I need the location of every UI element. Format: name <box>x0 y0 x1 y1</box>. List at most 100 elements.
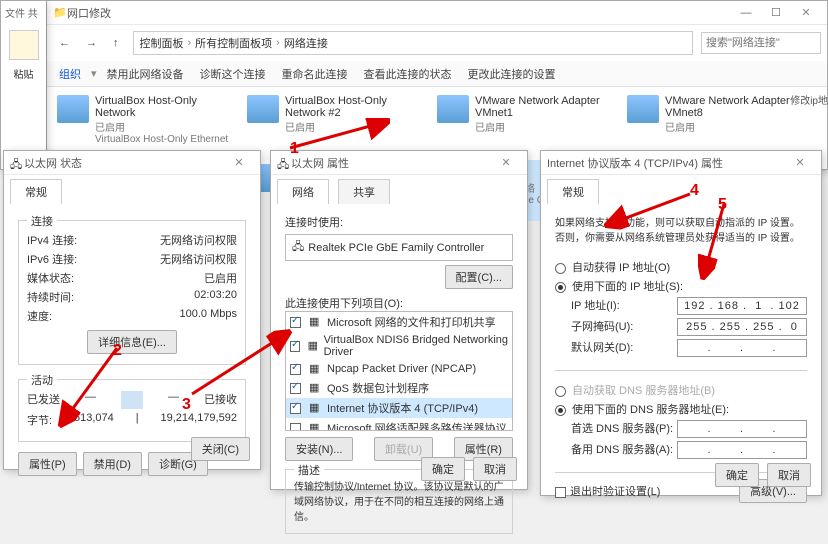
net-icon: 🖧 <box>277 156 291 170</box>
change-cmd[interactable]: 更改此连接的设置 <box>462 64 562 84</box>
close-icon[interactable]: ✕ <box>491 153 521 173</box>
ip-label: IP 地址(I): <box>571 297 620 315</box>
adapter-name: VirtualBox Host-Only Network <box>95 95 233 119</box>
item-checkbox[interactable] <box>290 317 301 328</box>
disable-btn[interactable]: 禁用(D) <box>83 452 142 476</box>
act-group: 活动 已发送——已接收 字节:513,074|19,214,179,592 <box>18 379 246 442</box>
fwd-btn[interactable]: → <box>80 35 103 51</box>
dlg-title: Internet 协议版本 4 (TCP/IPv4) 属性 <box>547 155 785 171</box>
status-cmd[interactable]: 查看此连接的状态 <box>358 64 458 84</box>
close-btn[interactable]: ✕ <box>791 3 821 23</box>
cancel-btn[interactable]: 取消 <box>767 463 811 487</box>
folder-icon: 📁 <box>53 6 67 20</box>
close-icon[interactable]: ✕ <box>224 153 254 173</box>
item-label: QoS 数据包计划程序 <box>327 380 429 396</box>
diag-cmd[interactable]: 诊断这个连接 <box>194 64 272 84</box>
close-btn2[interactable]: 关闭(C) <box>191 437 250 461</box>
item-checkbox[interactable] <box>290 383 301 394</box>
component-item[interactable]: ▦ Microsoft 网络的文件和打印机共享 <box>286 312 512 332</box>
radio-auto-dns[interactable] <box>555 386 566 397</box>
component-list[interactable]: ▦Microsoft 网络的文件和打印机共享▦VirtualBox NDIS6 … <box>285 311 513 431</box>
props-btn[interactable]: 属性(P) <box>18 452 77 476</box>
component-item[interactable]: ▦Internet 协议版本 4 (TCP/IPv4) <box>286 398 512 418</box>
bytes-label: 字节: <box>27 412 52 428</box>
dns1-input[interactable] <box>677 420 807 438</box>
sent-label: 已发送 <box>27 391 60 409</box>
protocol-icon: ▦ <box>309 362 323 376</box>
tab-general[interactable]: 常规 <box>10 179 62 204</box>
ipv4-props-dialog: Internet 协议版本 4 (TCP/IPv4) 属性✕ 常规 如果网络支持… <box>540 150 822 496</box>
radio-manual-dns[interactable] <box>555 405 566 416</box>
crumb-2[interactable]: 网络连接 <box>284 35 328 51</box>
using-label: 连接时使用: <box>285 214 513 230</box>
ethernet-status-dialog: 🖧以太网 状态✕ 常规 连接 IPv4 连接:无网络访问权限IPv6 连接:无网… <box>3 150 261 470</box>
close-icon[interactable]: ✕ <box>785 153 815 173</box>
component-item[interactable]: ▦ VirtualBox NDIS6 Bridged Networking Dri… <box>286 332 512 360</box>
breadcrumb[interactable]: 控制面板› 所有控制面板项› 网络连接 <box>133 31 694 55</box>
protocol-icon: ▦ <box>309 381 323 395</box>
cmd-bar: 组织▾ 禁用此网络设备 诊断这个连接 重命名此连接 查看此连接的状态 更改此连接… <box>47 61 827 87</box>
anno-1: 1 <box>290 140 299 158</box>
dns2-label: 备用 DNS 服务器(A): <box>571 441 673 459</box>
adapter-status: 已启用 <box>285 119 423 134</box>
cancel-btn[interactable]: 取消 <box>473 457 517 481</box>
r3-label: 自动获取 DNS 服务器地址(B) <box>572 385 715 397</box>
component-item[interactable]: ▦ QoS 数据包计划程序 <box>286 378 512 398</box>
min-btn[interactable]: — <box>731 3 761 23</box>
window-title: 网口修改 <box>67 5 731 21</box>
gw-input[interactable] <box>677 339 807 357</box>
radio-auto-ip[interactable] <box>555 263 566 274</box>
ok-btn[interactable]: 确定 <box>421 457 465 481</box>
crumb-0[interactable]: 控制面板 <box>140 35 184 51</box>
item-label: Npcap Packet Driver (NPCAP) <box>327 363 476 375</box>
desc-text: 传输控制协议/Internet 协议。该协议是默认的广域网络协议，用于在不同的相… <box>294 478 504 523</box>
item-checkbox[interactable] <box>290 423 301 432</box>
rename-cmd[interactable]: 重命名此连接 <box>276 64 354 84</box>
protocol-icon: ▦ <box>309 401 323 415</box>
nav-row: ← → ↑ 控制面板› 所有控制面板项› 网络连接 <box>47 25 827 61</box>
leg-conn: 连接 <box>27 213 57 229</box>
item-checkbox[interactable] <box>290 341 300 352</box>
validate-chk[interactable] <box>555 487 566 498</box>
protocol-icon: ▦ <box>308 339 320 353</box>
up-btn[interactable]: ↑ <box>107 35 125 51</box>
r2-label: 使用下面的 IP 地址(S): <box>572 281 683 293</box>
tab-share[interactable]: 共享 <box>338 179 390 204</box>
dns2-input[interactable] <box>677 441 807 459</box>
item-checkbox[interactable] <box>290 403 301 414</box>
status-row: IPv4 连接:无网络访问权限 <box>27 232 237 248</box>
recv-val: 19,214,179,592 <box>161 412 237 428</box>
item-label: VirtualBox NDIS6 Bridged Networking Driv… <box>324 334 508 358</box>
anno-2: 2 <box>113 342 122 360</box>
disable-cmd[interactable]: 禁用此网络设备 <box>101 64 190 84</box>
mask-label: 子网掩码(U): <box>571 318 633 336</box>
mask-input[interactable] <box>677 318 807 336</box>
sent-val: 513,074 <box>74 412 114 428</box>
ip-input[interactable] <box>677 297 807 315</box>
install-btn[interactable]: 安装(N)... <box>285 437 353 461</box>
radio-manual-ip[interactable] <box>555 282 566 293</box>
paste-icon[interactable] <box>9 30 39 60</box>
nic-icon: 🖧 <box>292 238 304 257</box>
back-btn[interactable]: ← <box>53 35 76 51</box>
network-connections-window: 📁 网口修改 — ☐ ✕ ← → ↑ 控制面板› 所有控制面板项› 网络连接 组… <box>46 0 828 170</box>
component-item[interactable]: ▦ Npcap Packet Driver (NPCAP) <box>286 360 512 378</box>
adapter-icon <box>57 95 89 123</box>
max-btn[interactable]: ☐ <box>761 3 791 23</box>
component-item[interactable]: ▦Microsoft 网络适配器多路传送器协议 <box>286 418 512 431</box>
config-btn[interactable]: 配置(C)... <box>445 265 513 289</box>
tab-general[interactable]: 常规 <box>547 179 599 204</box>
item-checkbox[interactable] <box>290 364 301 375</box>
adapter-status: 已启用 <box>475 119 613 134</box>
details-btn[interactable]: 详细信息(E)... <box>87 330 177 354</box>
status-row: 媒体状态:已启用 <box>27 270 237 286</box>
search-input[interactable] <box>701 32 821 54</box>
crumb-1[interactable]: 所有控制面板项 <box>195 35 272 51</box>
item-label: Microsoft 网络的文件和打印机共享 <box>327 314 496 330</box>
anno-3: 3 <box>182 396 191 414</box>
leg-act: 活动 <box>27 372 57 388</box>
tab-network[interactable]: 网络 <box>277 179 329 204</box>
org-menu[interactable]: 组织 <box>53 64 87 84</box>
ok-btn[interactable]: 确定 <box>715 463 759 487</box>
protocol-icon: ▦ <box>309 315 323 329</box>
